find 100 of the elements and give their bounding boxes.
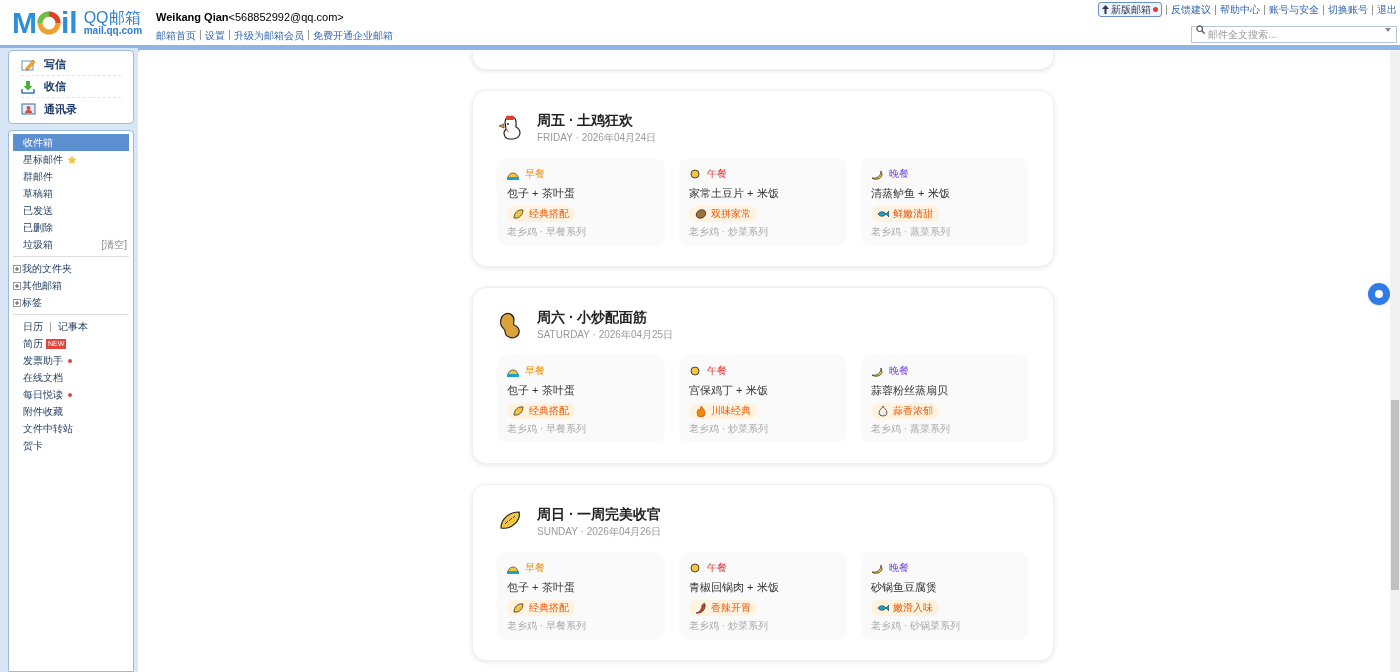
tool-item[interactable]: 发票助手 bbox=[13, 352, 129, 369]
dish-name: 宫保鸡丁 + 米饭 bbox=[689, 383, 769, 397]
day-subtitle: FRIDAY · 2026年04月24日 bbox=[537, 132, 657, 144]
sun-icon bbox=[689, 562, 701, 574]
header-link[interactable]: 升级为邮箱会员 bbox=[234, 27, 305, 43]
dish-tag: 香辣开胃 bbox=[689, 600, 757, 616]
dish-name: 清蒸鲈鱼 + 米饭 bbox=[871, 186, 951, 200]
header-link[interactable]: 帮助中心 bbox=[1220, 2, 1260, 17]
moon-icon bbox=[871, 562, 883, 574]
search-icon bbox=[1196, 25, 1205, 34]
tool-item[interactable]: 每日悦读 bbox=[13, 386, 129, 403]
dish-tag: 川味经典 bbox=[689, 403, 757, 419]
pencil-paper-icon bbox=[21, 57, 36, 72]
folder-group[interactable]: 其他邮箱 bbox=[13, 277, 129, 294]
contact-card-icon bbox=[21, 102, 36, 116]
dish-tag: 鲜嫩清甜 bbox=[871, 206, 939, 222]
folder-item[interactable]: 垃圾箱 [清空] bbox=[13, 236, 129, 253]
folder-item[interactable]: 群邮件 bbox=[13, 168, 129, 185]
day-title: 周日 · 一周完美收官 bbox=[537, 505, 662, 523]
folder-item[interactable]: 星标邮件 bbox=[13, 151, 129, 168]
sun-icon bbox=[689, 168, 701, 180]
expand-icon bbox=[13, 264, 21, 273]
dish-name: 蒜蓉粉丝蒸扇贝 bbox=[871, 383, 949, 397]
meal-label: 早餐 bbox=[525, 562, 545, 574]
up-arrow-icon bbox=[1102, 5, 1109, 14]
sidebar-action[interactable]: 写信 bbox=[21, 54, 121, 76]
tool-item[interactable]: 附件收藏 bbox=[13, 403, 129, 420]
dish-tag: 经典搭配 bbox=[507, 206, 575, 222]
fish-icon bbox=[877, 602, 889, 614]
user-name: Weikang Qian bbox=[156, 10, 229, 25]
dish-name: 青椒回锅肉 + 米饭 bbox=[689, 580, 780, 594]
folder-item[interactable]: 已发送 bbox=[13, 202, 129, 219]
header-link[interactable]: 反馈建议 bbox=[1171, 2, 1211, 17]
day-title: 周六 · 小炒配面筋 bbox=[537, 308, 649, 326]
header-link[interactable]: 邮箱首页 bbox=[156, 27, 197, 43]
meal-label: 午餐 bbox=[707, 562, 727, 574]
logo-ring-icon bbox=[37, 10, 61, 35]
download-tray-icon bbox=[21, 79, 36, 94]
expand-icon bbox=[13, 281, 21, 290]
brand-url: mail.qq.com bbox=[83, 25, 143, 36]
dish-note: 老乡鸡 · 早餐系列 bbox=[507, 226, 587, 238]
moon-icon bbox=[871, 168, 883, 180]
sidebar-action[interactable]: 通讯录 bbox=[21, 98, 121, 120]
dish-note: 老乡鸡 · 早餐系列 bbox=[507, 620, 587, 632]
flame-icon bbox=[695, 405, 707, 417]
meal-label: 早餐 bbox=[525, 168, 545, 180]
user-email: <568852992@qq.com> bbox=[228, 10, 344, 25]
day-title: 周五 · 土鸡狂欢 bbox=[537, 111, 635, 129]
dish-note: 老乡鸡 · 炒菜系列 bbox=[689, 226, 769, 238]
tool-item[interactable]: 贺卡 bbox=[13, 437, 129, 454]
tool-link[interactable]: 日历 bbox=[23, 319, 43, 334]
dish-note: 老乡鸡 · 砂锅菜系列 bbox=[871, 620, 961, 632]
scrollbar-thumb[interactable] bbox=[1391, 400, 1399, 590]
dish-note: 老乡鸡 · 炒菜系列 bbox=[689, 620, 769, 632]
header-link[interactable]: 切换账号 bbox=[1328, 2, 1368, 17]
folder-group[interactable]: 我的文件夹 bbox=[13, 260, 129, 277]
tool-item[interactable]: 文件中转站 bbox=[13, 420, 129, 437]
tool-link[interactable]: 记事本 bbox=[58, 319, 88, 334]
dish-tag: 蒜香浓郁 bbox=[871, 403, 939, 419]
header-link[interactable]: 免费开通企业邮箱 bbox=[313, 27, 394, 43]
meal-label: 午餐 bbox=[707, 168, 727, 180]
search-field[interactable]: 邮件全文搜索... bbox=[1191, 26, 1397, 43]
dumpling-icon bbox=[513, 208, 525, 220]
logo-text: M bbox=[12, 7, 37, 38]
meal-label: 早餐 bbox=[525, 365, 545, 377]
dish-tag: 双拼家常 bbox=[689, 206, 757, 222]
meal-label: 晚餐 bbox=[889, 365, 909, 377]
meal-label: 午餐 bbox=[707, 365, 727, 377]
dish-name: 包子 + 茶叶蛋 bbox=[507, 580, 576, 594]
potato-icon bbox=[695, 208, 707, 220]
folder-item[interactable]: 草稿箱 bbox=[13, 185, 129, 202]
dumpling-icon bbox=[513, 405, 525, 417]
empty-trash-link[interactable]: [清空] bbox=[101, 237, 127, 252]
meal-label: 晚餐 bbox=[889, 168, 909, 180]
dumpling-icon bbox=[513, 602, 525, 614]
floating-chat-button[interactable] bbox=[1368, 283, 1390, 305]
sidebar-action[interactable]: 收信 bbox=[21, 76, 121, 98]
new-version-button[interactable]: 新版邮箱 bbox=[1098, 2, 1162, 17]
dish-note: 老乡鸡 · 炒菜系列 bbox=[689, 423, 769, 435]
dish-name: 包子 + 茶叶蛋 bbox=[507, 186, 576, 200]
header-link[interactable]: 退出 bbox=[1377, 2, 1397, 17]
chili-icon bbox=[695, 602, 707, 614]
dropdown-caret-icon bbox=[1385, 28, 1391, 32]
dish-tag: 经典搭配 bbox=[507, 403, 575, 419]
dish-name: 家常土豆片 + 米饭 bbox=[689, 186, 780, 200]
expand-icon bbox=[13, 298, 21, 307]
folder-group[interactable]: 标签 bbox=[13, 294, 129, 311]
day-subtitle: SATURDAY · 2026年04月25日 bbox=[537, 329, 674, 341]
garlic-icon bbox=[877, 405, 889, 417]
header-link[interactable]: 设置 bbox=[205, 27, 226, 43]
moon-icon bbox=[871, 365, 883, 377]
fish-icon bbox=[877, 208, 889, 220]
folder-item[interactable]: 已删除 bbox=[13, 219, 129, 236]
dish-tag: 嫩滑入味 bbox=[871, 600, 939, 616]
dish-note: 老乡鸡 · 蒸菜系列 bbox=[871, 226, 951, 238]
dish-tag: 经典搭配 bbox=[507, 600, 575, 616]
tool-item[interactable]: 在线文档 bbox=[13, 369, 129, 386]
sun-icon bbox=[689, 365, 701, 377]
logo-text: il bbox=[61, 7, 78, 38]
header-link[interactable]: 账号与安全 bbox=[1269, 2, 1319, 17]
